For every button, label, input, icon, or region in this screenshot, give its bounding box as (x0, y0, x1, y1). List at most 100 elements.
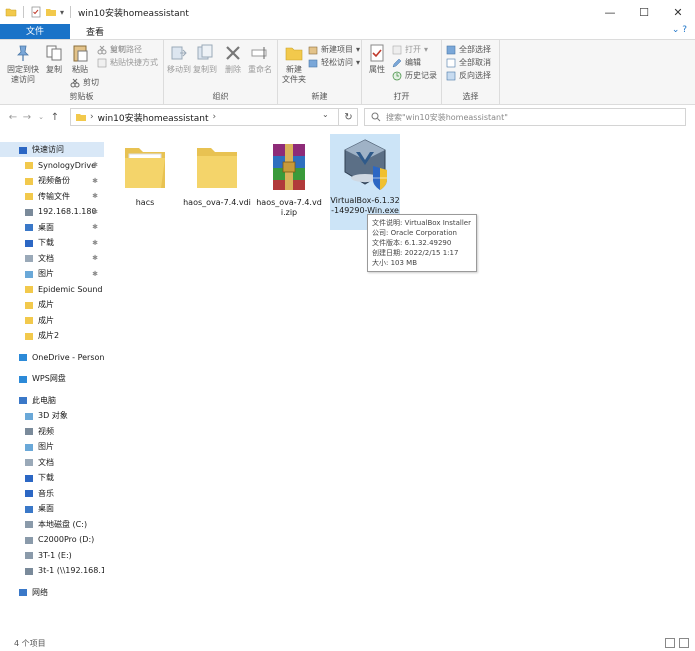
pin-icon: ✱ (92, 161, 98, 169)
open-folder-icon (125, 148, 165, 188)
edit-button[interactable]: 编辑 (392, 57, 421, 68)
properties-icon[interactable] (30, 6, 42, 18)
nav-item[interactable]: 图片 (0, 439, 104, 454)
nav-item[interactable]: 3T-1 (E:) (0, 548, 104, 563)
nav-item[interactable]: 此电脑 (0, 393, 104, 408)
refresh-icon[interactable]: ↻ (338, 108, 358, 126)
nav-item[interactable]: 视频 (0, 424, 104, 439)
picture-icon (25, 270, 33, 278)
recent-chevron-icon[interactable]: ⌄ (34, 113, 48, 121)
copy-path-button[interactable]: 复制路径 (97, 44, 142, 55)
nav-item[interactable]: 成片2 (0, 328, 104, 343)
new-item-button[interactable]: 新建项目 ▾ (308, 44, 360, 55)
nav-item[interactable]: 192.168.1.180 ✱ (0, 204, 104, 219)
nav-item[interactable]: 桌面 ✱ (0, 220, 104, 235)
nav-item[interactable]: 传输文件 ✱ (0, 189, 104, 204)
open-icon (392, 45, 402, 54)
tab-view[interactable]: 查看 (76, 24, 114, 39)
select-none-button[interactable]: 全部取消 (446, 57, 491, 68)
large-icons-view-icon[interactable] (679, 638, 689, 648)
invert-selection-button[interactable]: 反向选择 (446, 70, 491, 81)
file-name: VirtualBox-6.1.32-149290-Win.exe (330, 196, 400, 215)
customize-chevron-icon[interactable]: ▾ (60, 8, 64, 17)
paste-button[interactable]: 粘贴 (68, 43, 92, 75)
history-button[interactable]: 历史记录 (392, 70, 437, 81)
new-folder-button[interactable]: 新建 文件夹 (280, 43, 308, 85)
close-button[interactable]: ✕ (661, 0, 695, 24)
nav-item[interactable]: 成片 (0, 313, 104, 328)
file-item-hacs[interactable]: hacs (110, 140, 180, 208)
nav-item[interactable]: 视频备份 ✱ (0, 173, 104, 188)
nav-item[interactable]: C2000Pro (D:) (0, 532, 104, 547)
nav-item[interactable]: Epidemic Sound (0, 282, 104, 297)
nav-item[interactable]: WPS网盘 (0, 371, 104, 386)
file-item-haos-zip[interactable]: haos_ova-7.4.vdi.zip (254, 140, 324, 218)
search-box[interactable]: 搜索"win10安装homeassistant" (364, 108, 686, 126)
up-arrow-icon[interactable]: ↑ (48, 112, 62, 123)
nav-item[interactable]: 3t-1 (\\192.168.1. (0, 563, 104, 578)
nav-item[interactable]: 网络 (0, 585, 104, 600)
open-button[interactable]: 打开 ▾ (392, 44, 428, 55)
new-group-label: 新建 (311, 92, 328, 101)
folder-icon (25, 332, 33, 340)
folder-icon (25, 177, 33, 185)
pin-quick-access-button[interactable]: 固定到快 速访问 (6, 43, 40, 85)
nav-item[interactable]: 快速访问 (0, 142, 104, 157)
file-item-haos-vdi[interactable]: haos_ova-7.4.vdi (182, 140, 252, 208)
address-dropdown-icon[interactable]: ⌄ (322, 110, 329, 119)
nav-item[interactable]: 音乐 (0, 486, 104, 501)
delete-button[interactable]: 删除 (222, 43, 244, 75)
invert-selection-label: 反向选择 (459, 71, 491, 80)
nav-item[interactable]: SynologyDrive ✱ (0, 158, 104, 173)
clipboard-icon (73, 45, 88, 62)
copy-button[interactable]: 复制 (42, 43, 66, 75)
select-none-icon (446, 58, 456, 67)
nav-item[interactable]: 下载 ✱ (0, 235, 104, 250)
nav-item-label: 音乐 (38, 488, 54, 498)
open-group-label: 打开 (393, 92, 410, 101)
edit-icon (392, 58, 402, 67)
tooltip-created: 创建日期: 2022/2/15 1:17 (372, 249, 459, 257)
nav-item[interactable]: OneDrive - Persona (0, 350, 104, 365)
nav-item[interactable]: 下载 (0, 470, 104, 485)
cube-icon (25, 412, 33, 420)
paste-shortcut-button[interactable]: 粘贴快捷方式 (97, 57, 158, 68)
address-bar[interactable]: › win10安装homeassistant › (70, 108, 358, 126)
forward-arrow-icon[interactable]: → (20, 112, 34, 123)
copy-to-button[interactable]: 复制到 (192, 43, 218, 75)
invert-selection-icon (446, 71, 456, 80)
tab-file[interactable]: 文件 (0, 24, 70, 39)
pin-icon: ✱ (92, 192, 98, 200)
new-folder-icon[interactable] (45, 6, 57, 18)
back-arrow-icon[interactable]: ← (6, 112, 20, 123)
cut-small-button[interactable]: 剪切 (70, 77, 99, 88)
nav-item[interactable]: 3D 对象 (0, 408, 104, 423)
properties-button[interactable]: 属性 (364, 43, 390, 75)
desktop-icon (25, 505, 33, 513)
move-to-button[interactable]: 移动到 (166, 43, 192, 75)
history-icon (392, 71, 402, 80)
details-view-icon[interactable] (665, 638, 675, 648)
new-item-label: 新建项目 (321, 45, 353, 54)
move-to-icon (171, 46, 187, 60)
nav-item[interactable]: 图片 ✱ (0, 266, 104, 281)
maximize-button[interactable]: ☐ (627, 0, 661, 24)
pin-icon: ✱ (92, 269, 98, 278)
nav-item-label: 桌面 (38, 504, 54, 513)
ribbon-expand-icon[interactable]: ⌄ ? (672, 25, 687, 35)
nav-item-label: 此电脑 (32, 395, 56, 405)
minimize-button[interactable]: — (593, 0, 627, 24)
breadcrumb[interactable]: win10安装homeassistant (98, 111, 209, 124)
nav-item[interactable]: 文档 (0, 455, 104, 470)
nav-item[interactable]: 桌面 (0, 501, 104, 516)
easy-access-button[interactable]: 轻松访问 ▾ (308, 57, 360, 68)
nav-item[interactable]: 本地磁盘 (C:) (0, 517, 104, 532)
nav-item[interactable]: 文档 ✱ (0, 251, 104, 266)
scissors-icon (70, 78, 80, 87)
rename-button[interactable]: 重命名 (246, 43, 274, 75)
select-all-button[interactable]: 全部选择 (446, 44, 491, 55)
nav-item[interactable]: 成片 (0, 297, 104, 312)
tooltip-description: 文件说明: VirtualBox Installer (372, 219, 471, 227)
address-row: ← → ⌄ ↑ › win10安装homeassistant › ⌄ ↻ 搜索"… (0, 106, 695, 128)
winrar-archive-icon (273, 144, 305, 190)
